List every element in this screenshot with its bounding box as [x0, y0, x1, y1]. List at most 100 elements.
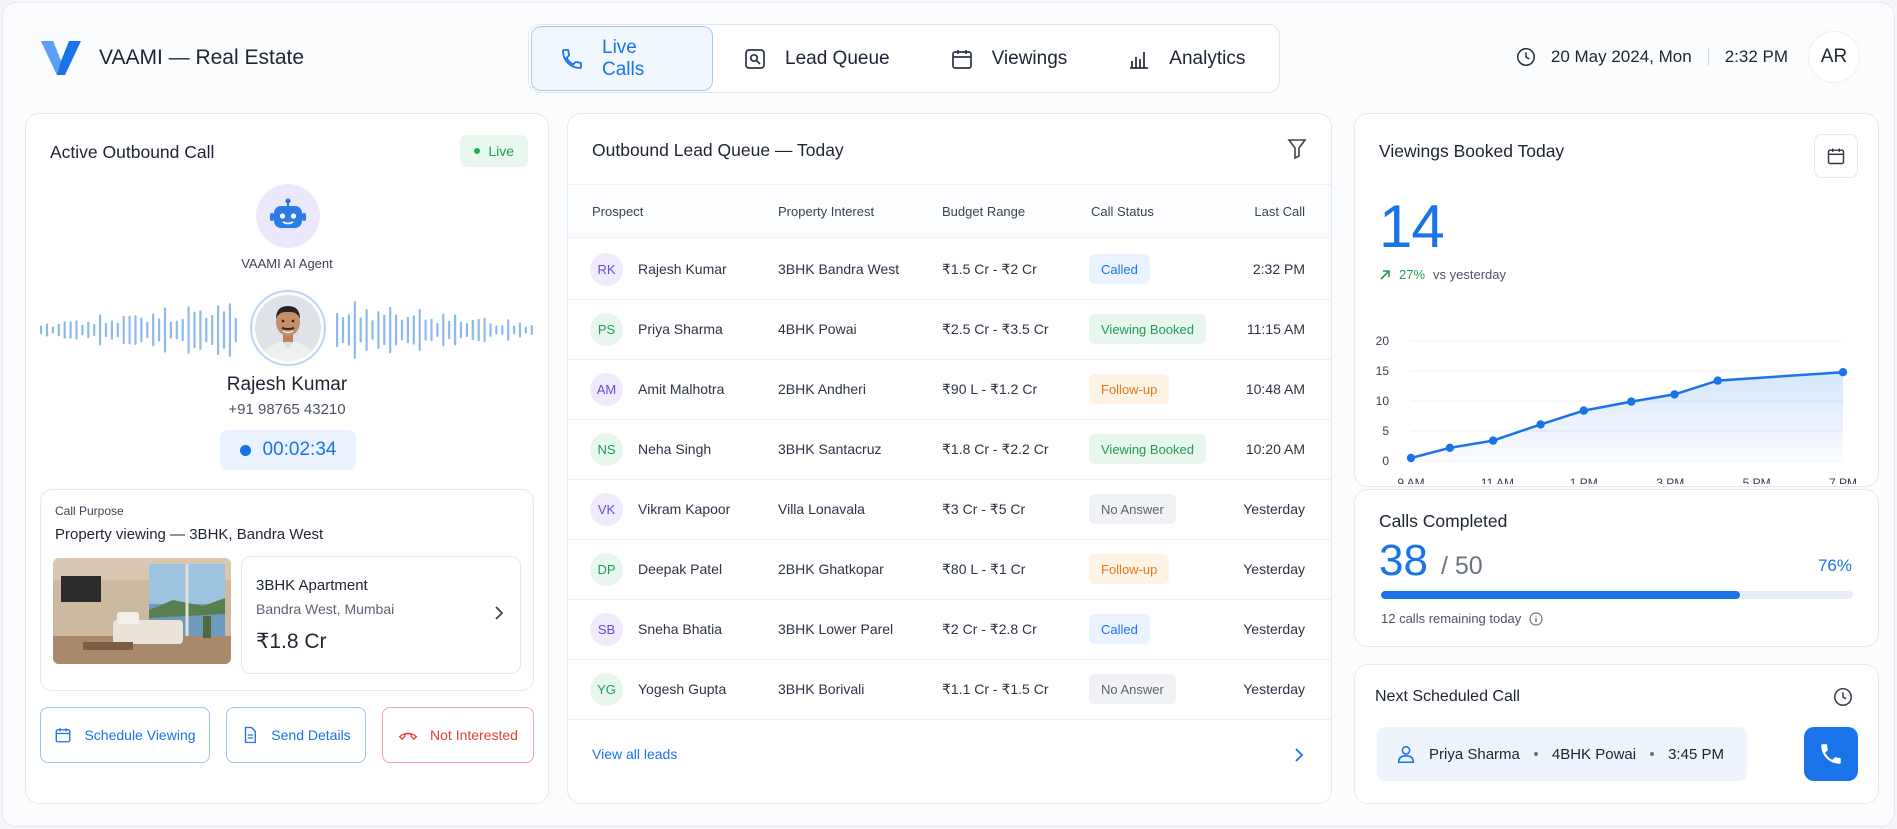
user-icon — [1397, 745, 1415, 764]
last-call-time: Yesterday — [1243, 621, 1305, 637]
calendar-button[interactable] — [1814, 134, 1858, 178]
table-row[interactable]: YG Yogesh Gupta 3BHK Borivali ₹1.1 Cr - ₹1.… — [568, 660, 1331, 720]
x-tick-label: 1 PM — [1570, 476, 1598, 484]
x-tick-label: 5 PM — [1743, 476, 1771, 484]
call-purpose-label: Call Purpose — [55, 504, 124, 518]
table-row[interactable]: AM Amit Malhotra 2BHK Andheri ₹90 L - ₹1.2 … — [568, 360, 1331, 420]
y-tick-label: 20 — [1376, 334, 1390, 348]
table-row[interactable]: SB Sneha Bhatia 3BHK Lower Parel ₹2 Cr - ₹2… — [568, 600, 1331, 660]
budget-range: ₹1.5 Cr - ₹2 Cr — [942, 261, 1037, 277]
waveform-bar — [152, 313, 155, 347]
send-details-button[interactable]: Send Details — [226, 707, 366, 763]
tab-live-calls-label: Live Calls — [602, 36, 645, 80]
prospect-name: Sneha Bhatia — [638, 621, 723, 637]
calendar-icon — [56, 728, 71, 743]
column-budget-range: Budget Range — [942, 204, 1026, 219]
waveform-bar — [430, 318, 433, 342]
tab-analytics[interactable]: Analytics — [1097, 26, 1275, 91]
property-price: ₹1.8 Cr — [256, 630, 327, 653]
property-card[interactable]: 3BHK Apartment Bandra West, Mumbai ₹1.8 … — [241, 556, 521, 674]
waveform-bar — [57, 323, 60, 337]
waveform-bar — [436, 322, 439, 338]
start-call-button[interactable] — [1804, 727, 1858, 781]
property-interest: 2BHK Andheri — [778, 381, 866, 397]
last-call-time: 10:20 AM — [1245, 441, 1305, 457]
waveform-bar — [40, 325, 43, 335]
active-call-title: Active Outbound Call — [50, 142, 215, 162]
budget-range: ₹3 Cr - ₹5 Cr — [942, 501, 1026, 517]
schedule-viewing-button[interactable]: Schedule Viewing — [40, 707, 210, 763]
waveform-bar — [116, 322, 119, 338]
table-row[interactable]: RK Rajesh Kumar 3BHK Bandra West ₹1.5 Cr - … — [568, 240, 1331, 300]
not-interested-button[interactable]: Not Interested — [382, 707, 534, 763]
waveform-bar — [465, 322, 468, 338]
waveform-bar — [353, 301, 356, 359]
user-avatar[interactable]: AR — [1808, 31, 1860, 83]
viewings-count: 14 — [1379, 193, 1445, 260]
voice-waveform-left — [40, 303, 237, 357]
current-time: 2:32 PM — [1724, 47, 1788, 66]
waveform-bar — [104, 323, 108, 337]
chevron-right-icon[interactable] — [492, 605, 506, 621]
waveform-bar — [418, 309, 421, 351]
chart-point — [1488, 436, 1498, 445]
recording-dot — [239, 444, 251, 456]
waveform-bar — [448, 320, 451, 340]
table-row[interactable]: VK Vikram Kapoor Villa Lonavala ₹3 Cr - ₹5 … — [568, 480, 1331, 540]
filter-icon[interactable] — [1287, 138, 1307, 160]
waveform-bar — [477, 318, 480, 342]
prospect-initials: PS — [590, 313, 623, 346]
main-nav: Live Calls Lead Queue Viewings Analytics — [528, 24, 1280, 93]
call-status-badge: No Answer — [1089, 494, 1176, 524]
y-tick-label: 15 — [1376, 364, 1390, 378]
active-call-card: Active Outbound Call Live VAAMI AI Agent — [25, 113, 549, 804]
calls-total: / 50 — [1441, 552, 1483, 580]
next-call-details[interactable]: Priya Sharma 4BHK Powai 3:45 PM — [1377, 727, 1747, 781]
table-row[interactable]: PS Priya Sharma 4BHK Powai ₹2.5 Cr - ₹3.5 C… — [568, 300, 1331, 360]
caller-name: Rajesh Kumar — [226, 374, 348, 395]
property-interest: Villa Lonavala — [778, 501, 865, 517]
last-call-time: 2:32 PM — [1252, 261, 1305, 277]
tab-viewings[interactable]: Viewings — [920, 26, 1098, 91]
info-icon[interactable] — [1529, 611, 1543, 626]
call-timer: 00:02:34 — [220, 430, 356, 470]
waveform-bar — [406, 316, 409, 344]
separator-dot — [1650, 752, 1655, 756]
property-interest: 2BHK Ghatkopar — [778, 561, 884, 577]
waveform-bar — [193, 311, 196, 349]
view-all-leads-link[interactable]: View all leads — [592, 746, 677, 762]
next-call-card: Next Scheduled Call Priya Sharma 4BHK Po… — [1354, 664, 1879, 804]
header-status: 20 May 2024, Mon 2:32 PM AR — [1515, 31, 1860, 83]
property-interest: 3BHK Santacruz — [778, 441, 882, 457]
waveform-bar — [163, 307, 167, 353]
phone-icon — [1821, 744, 1841, 764]
waveform-bar — [234, 317, 237, 343]
tab-lead-queue[interactable]: Lead Queue — [713, 26, 920, 91]
column-last-call: Last Call — [1254, 204, 1305, 219]
waveform-bar — [513, 325, 516, 335]
waveform-bar — [495, 325, 498, 335]
prospect-initials: NS — [590, 433, 623, 466]
table-row[interactable]: DP Deepak Patel 2BHK Ghatkopar ₹80 L - ₹1 C… — [568, 540, 1331, 600]
tab-lead-queue-label: Lead Queue — [785, 47, 890, 69]
waveform-bar — [205, 317, 208, 343]
trend-label: vs yesterday — [1433, 267, 1507, 282]
next-call-title: Next Scheduled Call — [1375, 688, 1520, 705]
living-room-image-icon — [53, 558, 231, 664]
waveform-bar — [140, 317, 143, 343]
call-status-badge: Called — [1089, 254, 1150, 284]
table-header: Prospect Property Interest Budget Range … — [568, 184, 1331, 238]
call-status-badge: Viewing Booked — [1089, 434, 1206, 464]
tab-live-calls[interactable]: Live Calls — [531, 26, 713, 91]
waveform-bar — [217, 305, 220, 355]
caller-phone: +91 98765 43210 — [228, 401, 346, 418]
chart-point — [1713, 376, 1722, 385]
call-status-badge: Follow-up — [1089, 554, 1170, 584]
chart-point — [1670, 390, 1679, 399]
chevron-right-icon[interactable] — [1293, 747, 1305, 763]
table-row[interactable]: NS Neha Singh 3BHK Santacruz ₹1.8 Cr - ₹2.2… — [568, 420, 1331, 480]
property-interest: 3BHK Bandra West — [778, 261, 900, 277]
column-call-status: Call Status — [1091, 204, 1154, 219]
calls-percent: 76% — [1817, 556, 1852, 575]
app-window: VAAMI — Real Estate Live Calls Lead Queu… — [2, 2, 1895, 827]
